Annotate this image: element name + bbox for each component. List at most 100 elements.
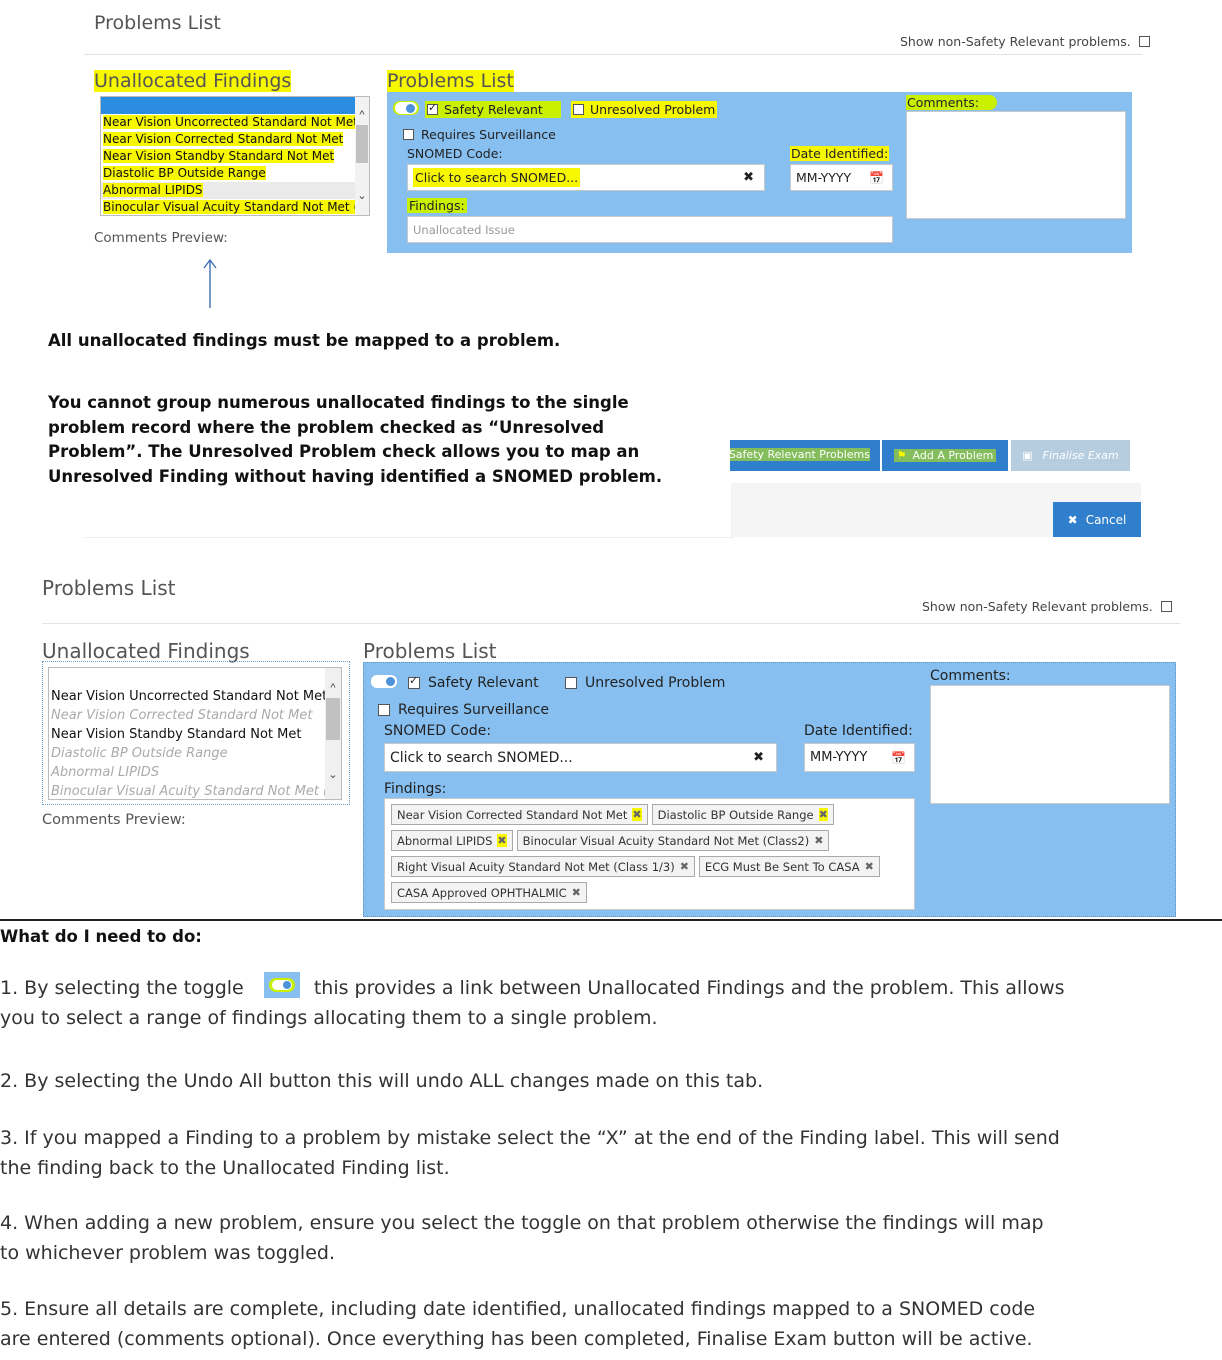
- unresolved-problem-option-2[interactable]: Unresolved Problem: [565, 675, 725, 691]
- show-non-safety-label-2: Show non-Safety Relevant problems.: [922, 599, 1153, 614]
- list-scrollbar-2[interactable]: ^ ⌄: [325, 668, 341, 799]
- unallocated-findings-list-2[interactable]: Near Vision Uncorrected Standard Not Met…: [48, 667, 342, 800]
- instruction-step-1: 1. By selecting the toggle this provides…: [0, 972, 1222, 1033]
- comments-textarea-2[interactable]: [930, 685, 1170, 804]
- findings-placeholder: Unallocated Issue: [413, 222, 515, 237]
- remove-tag-icon[interactable]: ✖: [632, 808, 642, 821]
- comments-preview-label-2: Comments Preview:: [42, 812, 186, 828]
- note-paragraph: You cannot group numerous unallocated fi…: [48, 391, 662, 489]
- remove-tag-icon[interactable]: ✖: [680, 860, 689, 873]
- cancel-button[interactable]: ✖ Cancel: [1053, 502, 1141, 537]
- remove-tag-icon[interactable]: ✖: [814, 834, 823, 847]
- note-para-line: Unresolved Finding without having identi…: [48, 466, 663, 486]
- finding-tag: Binocular Visual Acuity Standard Not Met…: [516, 830, 830, 851]
- add-problem-button[interactable]: ⚑ Add A Problem: [882, 440, 1008, 471]
- snomed-search-field-2[interactable]: Click to search SNOMED... ✖: [384, 743, 777, 772]
- scroll-up-icon[interactable]: ^: [325, 682, 341, 694]
- date-identified-field-2[interactable]: MM-YYYY 📅: [804, 743, 915, 772]
- finding-tag-label: ECG Must Be Sent To CASA: [704, 859, 860, 874]
- requires-surveillance-checkbox[interactable]: [403, 129, 414, 140]
- calendar-icon[interactable]: 📅: [869, 171, 884, 185]
- list-item[interactable]: Binocular Visual Acuity Standard Not Met…: [103, 200, 359, 214]
- safety-relevant-problems-button[interactable]: Safety Relevant Problems: [730, 440, 880, 471]
- step-text: 1. By selecting the toggle: [0, 977, 244, 999]
- step-text: are entered (comments optional). Once ev…: [0, 1328, 1033, 1350]
- section-divider: [0, 919, 1222, 921]
- safety-relevant-checkbox-2[interactable]: [408, 674, 420, 689]
- snomed-search-field[interactable]: Click to search SNOMED... ✖: [407, 164, 765, 191]
- unresolved-problem-label: Unresolved Problem: [590, 102, 716, 117]
- instruction-step-4: 4. When adding a new problem, ensure you…: [0, 1208, 1044, 1268]
- list-item[interactable]: Near Vision Uncorrected Standard Not Met: [49, 687, 341, 706]
- clear-icon[interactable]: ✖: [753, 750, 764, 765]
- list-item[interactable]: Near Vision Standby Standard Not Met: [49, 725, 341, 744]
- safety-relevant-option[interactable]: Safety Relevant: [425, 101, 561, 118]
- list-item[interactable]: Abnormal LIPIDS: [103, 183, 203, 197]
- scroll-down-icon[interactable]: ⌄: [355, 189, 369, 202]
- scroll-down-icon[interactable]: ⌄: [325, 768, 341, 781]
- list-item[interactable]: Near Vision Uncorrected Standard Not Met: [103, 115, 358, 129]
- show-non-safety-toggle[interactable]: Show non-Safety Relevant problems.: [900, 34, 1150, 49]
- list-item[interactable]: Abnormal LIPIDS: [49, 763, 341, 782]
- date-identified-label: Date Identified:: [790, 146, 890, 161]
- findings-label-2: Findings:: [384, 781, 447, 797]
- findings-label: Findings:: [407, 198, 467, 213]
- problems-list-title: Problems List: [387, 70, 514, 92]
- link-toggle-2[interactable]: [371, 675, 397, 688]
- safety-relevant-checkbox[interactable]: [427, 101, 438, 115]
- remove-tag-icon[interactable]: ✖: [497, 834, 507, 847]
- remove-tag-icon[interactable]: ✖: [865, 860, 874, 873]
- unresolved-problem-checkbox[interactable]: [573, 104, 584, 115]
- list-item[interactable]: Binocular Visual Acuity Standard Not Met…: [49, 782, 341, 799]
- list-item[interactable]: Near Vision Corrected Standard Not Met: [103, 132, 344, 146]
- unresolved-problem-checkbox-2[interactable]: [565, 677, 577, 689]
- list-selected-row[interactable]: [101, 97, 355, 114]
- problem-panel-2: Safety Relevant Unresolved Problem Requi…: [363, 662, 1176, 917]
- calendar-icon[interactable]: 📅: [891, 751, 906, 765]
- requires-surveillance-option-2[interactable]: Requires Surveillance: [378, 702, 549, 718]
- show-non-safety-toggle-2[interactable]: Show non-Safety Relevant problems.: [922, 599, 1172, 614]
- date-placeholder: MM-YYYY: [796, 170, 852, 185]
- show-non-safety-checkbox[interactable]: [1138, 36, 1150, 47]
- unallocated-findings-title: Unallocated Findings: [94, 70, 292, 92]
- finding-tag: Near Vision Corrected Standard Not Met ✖: [391, 804, 648, 825]
- remove-tag-icon[interactable]: ✖: [818, 808, 828, 821]
- unresolved-problem-label-2: Unresolved Problem: [585, 675, 726, 691]
- step-text: 3. If you mapped a Finding to a problem …: [0, 1127, 1060, 1149]
- date-identified-label-2: Date Identified:: [804, 723, 913, 739]
- list-item[interactable]: Near Vision Standby Standard Not Met: [103, 149, 335, 163]
- unallocated-findings-list[interactable]: Near Vision Uncorrected Standard Not Met…: [100, 96, 370, 216]
- clear-icon[interactable]: ✖: [743, 170, 754, 185]
- add-problem-label: Add A Problem: [912, 449, 994, 462]
- findings-tags-field[interactable]: Near Vision Corrected Standard Not Met ✖ …: [384, 798, 915, 910]
- instructions-heading: What do I need to do:: [0, 927, 202, 946]
- findings-field[interactable]: Unallocated Issue: [407, 216, 893, 243]
- list-scrollbar[interactable]: ^ ⌄: [355, 97, 369, 215]
- scroll-up-icon[interactable]: ^: [355, 109, 369, 121]
- date-identified-field[interactable]: MM-YYYY 📅: [790, 164, 893, 191]
- safety-relevant-option-2[interactable]: Safety Relevant: [408, 674, 539, 691]
- toggle-icon: [263, 972, 300, 998]
- step-text: the finding back to the Unallocated Find…: [0, 1157, 450, 1179]
- close-icon: ✖: [1067, 512, 1078, 527]
- up-arrow-icon: [203, 258, 217, 308]
- requires-surveillance-checkbox-2[interactable]: [378, 704, 390, 716]
- list-item[interactable]: Diastolic BP Outside Range: [49, 744, 341, 763]
- list-item[interactable]: Near Vision Corrected Standard Not Met: [49, 706, 341, 725]
- link-toggle[interactable]: [395, 102, 417, 114]
- finding-tag-label: Diastolic BP Outside Range: [657, 807, 814, 822]
- comments-preview-label: Comments Preview:: [94, 230, 228, 246]
- safety-relevant-problems-label: Safety Relevant Problems: [730, 448, 870, 461]
- remove-tag-icon[interactable]: ✖: [572, 886, 581, 899]
- finding-tag: Diastolic BP Outside Range ✖: [651, 804, 834, 825]
- requires-surveillance-option[interactable]: Requires Surveillance: [403, 127, 556, 142]
- unresolved-problem-option[interactable]: Unresolved Problem: [571, 101, 718, 118]
- show-non-safety-checkbox-2[interactable]: [1160, 601, 1172, 612]
- step-text: to whichever problem was toggled.: [0, 1242, 335, 1264]
- safety-relevant-label: Safety Relevant: [444, 102, 543, 117]
- note-line: All unallocated findings must be mapped …: [48, 331, 561, 350]
- flag-icon: ⚑: [896, 449, 907, 462]
- comments-textarea[interactable]: [906, 111, 1126, 219]
- list-item[interactable]: Diastolic BP Outside Range: [103, 166, 266, 180]
- page-title-2: Problems List: [42, 576, 176, 600]
